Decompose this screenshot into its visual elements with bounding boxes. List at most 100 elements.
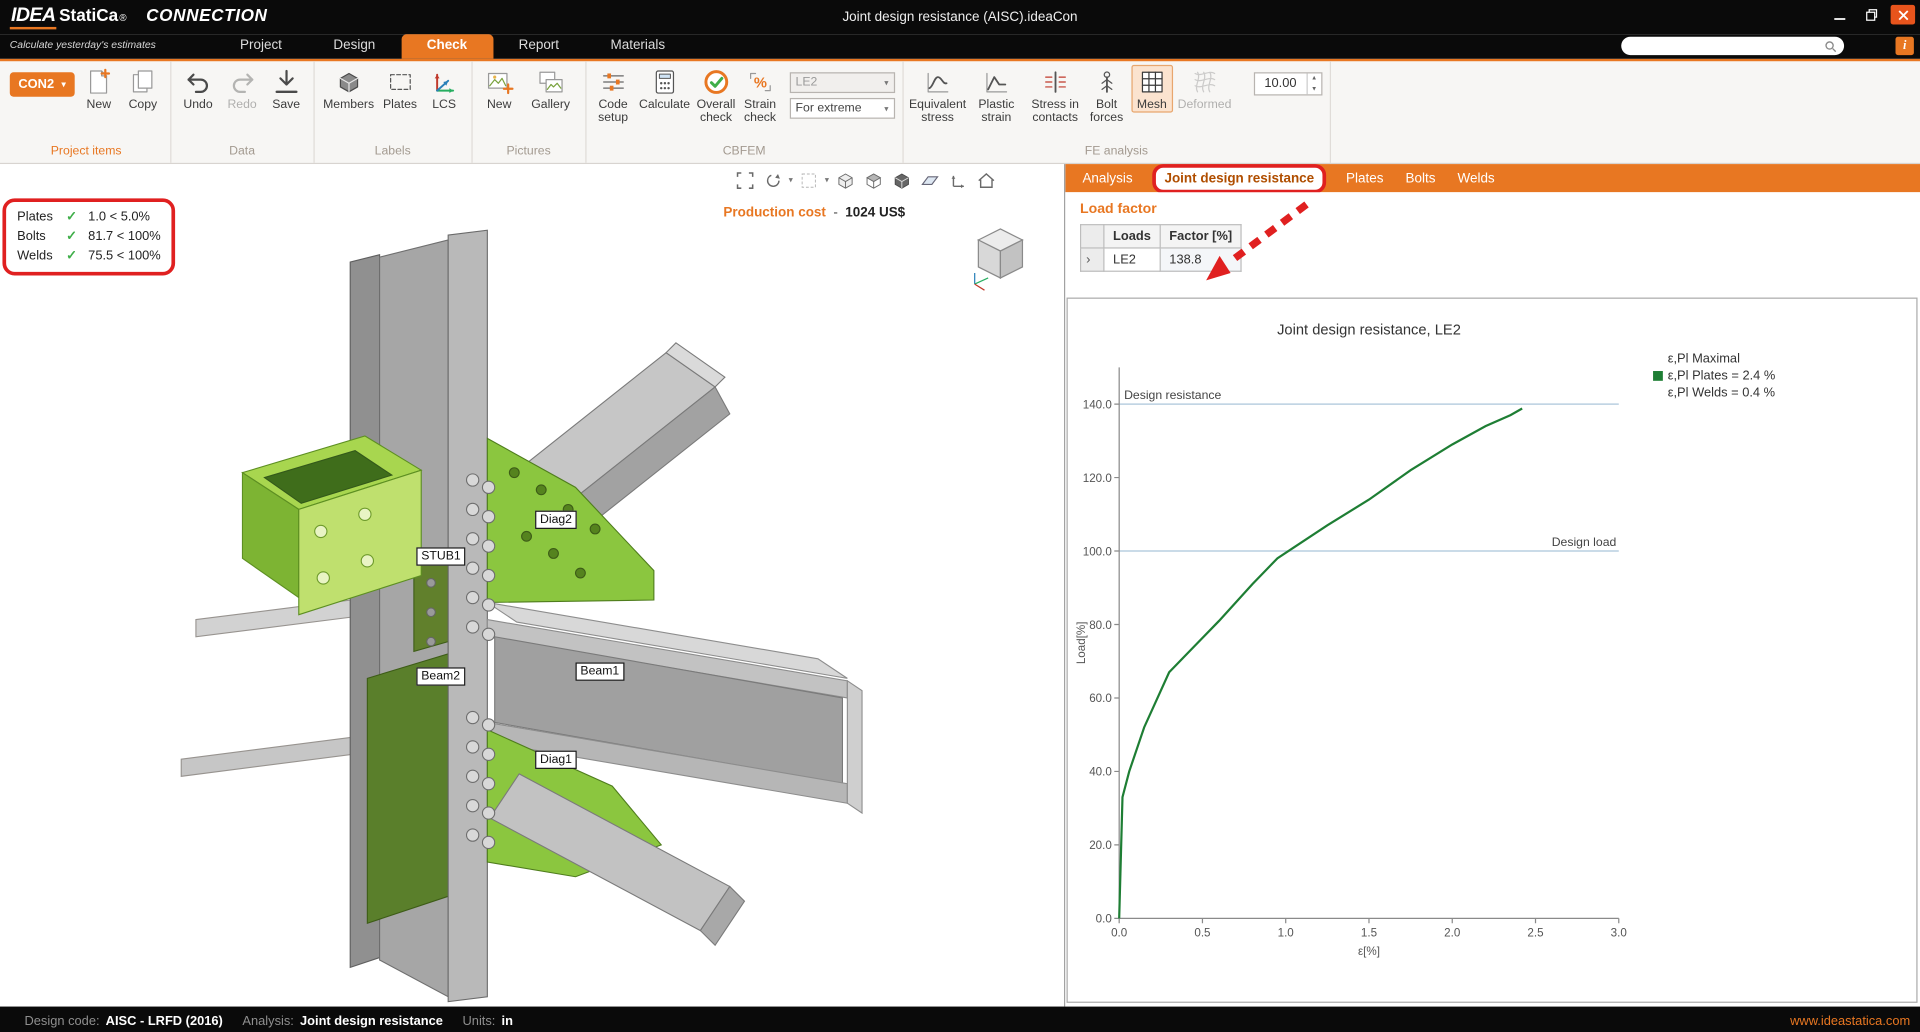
member-label-stub1[interactable]: STUB1 [416, 547, 465, 565]
svg-text:2.0: 2.0 [1444, 927, 1461, 940]
button-label: Gallery [531, 98, 570, 111]
view-front-button[interactable] [833, 168, 857, 192]
mesh-toggle[interactable]: Mesh [1131, 65, 1173, 113]
connection-selector[interactable]: CON2 ▾ [10, 72, 75, 96]
minimize-button[interactable] [1827, 5, 1851, 25]
info-button[interactable]: i [1896, 37, 1914, 55]
member-label-diag2[interactable]: Diag2 [535, 511, 577, 529]
column-front-flange [448, 230, 487, 1001]
tab-design[interactable]: Design [308, 34, 401, 58]
search-box [1621, 37, 1844, 55]
orbit-button[interactable] [760, 168, 784, 192]
copy-project-item-button[interactable]: Copy [123, 65, 162, 112]
home-view-button[interactable] [974, 168, 998, 192]
calculate-button[interactable]: Calculate [638, 65, 692, 112]
new-picture-button[interactable]: New [480, 65, 519, 112]
deformed-toggle[interactable]: Deformed [1178, 65, 1232, 112]
view-top-button[interactable] [861, 168, 885, 192]
load-strain-chart: Design resistanceDesign load0.020.040.06… [1068, 299, 1913, 980]
chevron-down-icon[interactable]: ▾ [789, 175, 793, 185]
stress-in-contacts-button[interactable]: Stress in contacts [1028, 65, 1082, 125]
tab-materials[interactable]: Materials [585, 34, 691, 58]
redo-button[interactable]: Redo [222, 65, 261, 112]
tab-analysis[interactable]: Analysis [1080, 167, 1135, 189]
tab-report[interactable]: Report [493, 34, 585, 58]
mesh-icon [1137, 67, 1166, 96]
app-window: IDEA StatiCa ® CONNECTION Joint design r… [0, 0, 1920, 1032]
chevron-down-icon: ▾ [884, 103, 888, 113]
production-cost-value: 1024 US$ [845, 206, 905, 221]
load-case-select[interactable]: LE2 ▾ [789, 72, 894, 93]
clip-plane-button[interactable] [917, 168, 941, 192]
load-factor-title: Load factor [1080, 202, 1157, 217]
model-3d-view[interactable] [0, 164, 1064, 1006]
member-label-beam1[interactable]: Beam1 [576, 662, 625, 680]
new-document-icon [84, 67, 113, 96]
view-iso-button[interactable] [889, 168, 913, 192]
undo-button[interactable]: Undo [178, 65, 217, 112]
close-button[interactable] [1891, 5, 1915, 25]
workplane-button[interactable] [945, 168, 969, 192]
tab-welds[interactable]: Welds [1455, 167, 1497, 189]
orbit-icon [762, 170, 783, 191]
tab-project[interactable]: Project [214, 34, 307, 58]
save-button[interactable]: Save [267, 65, 306, 112]
equivalent-stress-button[interactable]: Equivalent stress [911, 65, 965, 125]
check-row-plates: Plates ✓ 1.0 < 5.0% [17, 207, 161, 227]
svg-text:1.5: 1.5 [1361, 927, 1377, 940]
gallery-button[interactable]: Gallery [524, 65, 578, 112]
chevron-down-icon[interactable]: ▾ [825, 175, 829, 185]
lcs-toggle[interactable]: LCS [425, 65, 464, 112]
svg-text:0.0: 0.0 [1096, 913, 1113, 926]
button-label: Copy [129, 98, 158, 111]
results-body: Load factor Loads Factor [%] › LE2 138.8 [1065, 192, 1920, 1006]
tab-bolts[interactable]: Bolts [1403, 167, 1438, 189]
strain-check-button[interactable]: % Strain check [740, 65, 779, 125]
new-project-item-button[interactable]: New [79, 65, 118, 112]
search-input[interactable] [1629, 38, 1825, 54]
tab-plates[interactable]: Plates [1344, 167, 1386, 189]
zoom-fit-icon [734, 170, 755, 191]
button-label: Stress in contacts [1028, 98, 1082, 125]
spinner-up-icon[interactable]: ▲ [1307, 73, 1320, 83]
ribbon-group-fe-analysis: Equivalent stress Plastic strain Stress … [903, 61, 1330, 163]
extreme-select[interactable]: For extreme ▾ [789, 98, 894, 119]
navigation-cube[interactable] [962, 218, 1038, 294]
plastic-strain-icon [982, 67, 1011, 96]
svg-text:2.5: 2.5 [1527, 927, 1543, 940]
maximize-button[interactable] [1859, 5, 1883, 25]
deformed-scale-spinner[interactable]: 10.00 ▲ ▼ [1254, 72, 1323, 95]
workplane-axes-icon [947, 170, 968, 191]
spinner-down-icon[interactable]: ▼ [1307, 84, 1320, 94]
zoom-fit-button[interactable] [732, 168, 756, 192]
svg-text:80.0: 80.0 [1089, 619, 1112, 632]
row-expander-icon[interactable]: › [1081, 248, 1104, 271]
factor-cell[interactable]: 138.8 [1160, 248, 1241, 271]
bolt-forces-button[interactable]: Bolt forces [1087, 65, 1126, 125]
select-mode-button[interactable] [797, 168, 821, 192]
ribbon-group-labels: Members Plates LCS Labels [314, 61, 472, 163]
tab-joint-design-resistance[interactable]: Joint design resistance [1162, 167, 1317, 189]
plastic-strain-button[interactable]: Plastic strain [969, 65, 1023, 125]
svg-text:40.0: 40.0 [1089, 766, 1112, 779]
code-setup-button[interactable]: Code setup [594, 65, 633, 125]
load-case-cell[interactable]: LE2 [1104, 248, 1160, 271]
svg-text:1.0: 1.0 [1278, 927, 1295, 940]
website-link[interactable]: www.ideastatica.com [1790, 1013, 1910, 1028]
new-picture-icon [485, 67, 514, 96]
load-factor-row[interactable]: › LE2 138.8 [1081, 248, 1242, 271]
members-labels-toggle[interactable]: Members [322, 65, 376, 112]
button-label: Strain check [740, 98, 779, 125]
main-tabs: Project Design Check Report Materials [214, 34, 691, 58]
legend-label: ε,Pl Welds = 0.4 % [1668, 384, 1775, 401]
member-label-beam2[interactable]: Beam2 [416, 667, 465, 685]
legend-item-maximal: ε,Pl Maximal [1653, 350, 1775, 367]
tab-check[interactable]: Check [401, 34, 493, 58]
model-viewport[interactable]: ▾ ▾ Production cost - 1024 US$ Plates [0, 164, 1065, 1006]
units-label: Units: [463, 1013, 496, 1028]
plates-labels-toggle[interactable]: Plates [380, 65, 419, 112]
overall-check-button[interactable]: Overall check [696, 65, 735, 125]
svg-text:3.0: 3.0 [1611, 927, 1628, 940]
button-label: Plastic strain [969, 98, 1023, 125]
member-label-diag1[interactable]: Diag1 [535, 751, 577, 769]
